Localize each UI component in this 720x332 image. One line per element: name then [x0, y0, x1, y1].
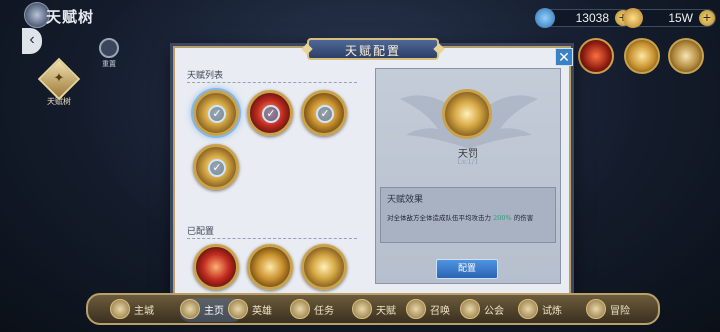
top-bar: 天赋树 13038 + 15W +	[0, 0, 720, 34]
effect-description: 对全体敌方全体造成队伍平均攻击力 200% 的伤害	[387, 212, 533, 222]
trial-sword-icon	[518, 299, 538, 319]
configured-title: 已配置	[187, 227, 215, 237]
talent-icon	[352, 299, 372, 319]
talent-item[interactable]: ✓	[193, 144, 239, 190]
configured-talent[interactable]	[301, 244, 347, 290]
nav-adventure[interactable]: 冒险	[586, 298, 646, 322]
talent-item[interactable]: ✓	[301, 90, 347, 136]
effect-title: 天赋效果	[387, 195, 424, 205]
talent-list-title: 天赋列表	[187, 71, 224, 81]
dialog-title: 天赋配置	[344, 44, 401, 58]
gem-value: 13038	[575, 11, 609, 25]
effect-suffix: 的伤害	[513, 214, 534, 222]
configured-talent-slot-2[interactable]	[624, 38, 660, 74]
back-button[interactable]: ‹	[22, 28, 42, 54]
castle-icon	[110, 299, 130, 319]
gold-value: 15W	[668, 11, 693, 25]
gold-coin-icon	[623, 8, 643, 28]
divider	[187, 238, 357, 239]
configure-button[interactable]: 配置	[436, 259, 498, 279]
check-icon: ✓	[316, 105, 334, 123]
nav-label: 试炼	[542, 306, 562, 317]
configured-talent[interactable]	[247, 244, 293, 290]
nav-label: 天赋	[376, 306, 396, 317]
task-scroll-icon	[290, 299, 310, 319]
guild-icon	[460, 299, 480, 319]
nav-main-city[interactable]: 主城	[110, 298, 170, 322]
gem-icon	[535, 8, 555, 28]
nav-label: 任务	[314, 306, 334, 317]
nav-label: 主页	[204, 306, 224, 317]
hero-icon	[228, 299, 248, 319]
nav-label: 公会	[484, 306, 504, 317]
add-gold-button[interactable]: +	[699, 10, 715, 26]
nav-talent[interactable]: 天赋	[352, 298, 408, 322]
selected-talent-icon	[442, 89, 492, 139]
talent-item[interactable]: ✓	[193, 90, 239, 136]
nav-label: 召唤	[430, 306, 450, 317]
nav-label: 主城	[134, 306, 154, 317]
nav-label: 冒险	[610, 306, 630, 317]
talent-item[interactable]: ✓	[247, 90, 293, 136]
talent-level: Lv.1/1	[457, 158, 479, 166]
configured-talent[interactable]	[193, 244, 239, 290]
reset-icon	[99, 38, 119, 58]
page-title: 天赋树	[46, 8, 95, 26]
reset-label: 重置	[102, 60, 116, 68]
bottom-navigation: 主城 主页 英雄 任务 天赋 召唤 公会 试炼 冒险	[86, 293, 660, 325]
gem-counter: 13038 +	[535, 8, 632, 28]
nav-guild[interactable]: 公会	[460, 298, 516, 322]
check-icon: ✓	[208, 105, 226, 123]
nav-trial[interactable]: 试炼	[518, 298, 574, 322]
gold-counter: 15W +	[623, 8, 716, 28]
reset-button[interactable]: 重置	[97, 38, 121, 68]
adventure-compass-icon	[586, 299, 606, 319]
configured-talent-slot-1[interactable]	[578, 38, 614, 74]
nav-summon[interactable]: 召唤	[406, 298, 462, 322]
nav-tasks[interactable]: 任务	[290, 298, 346, 322]
nav-heroes[interactable]: 英雄	[228, 298, 284, 322]
dialog-header: 天赋配置	[307, 38, 439, 60]
talent-detail-panel: 天罚 Lv.1/1 天赋效果 对全体敌方全体造成队伍平均攻击力 200% 的伤害…	[375, 68, 561, 284]
talent-config-dialog: 天赋配置 ✕ 天赋列表 ✓ ✓ ✓ ✓ 已配置 天罚 Lv.1/1 天赋效果 对…	[173, 38, 573, 298]
configured-talent-slot-3[interactable]	[668, 38, 704, 74]
talent-tree-icon: ✦	[37, 57, 81, 101]
effect-prefix: 对全体敌方全体造成队伍平均攻击力	[387, 214, 491, 222]
check-icon: ✓	[262, 105, 280, 123]
tab-talent-tree[interactable]: ✦ 天赋树	[34, 57, 84, 108]
summon-icon	[406, 299, 426, 319]
talent-effect-box: 天赋效果 对全体敌方全体造成队伍平均攻击力 200% 的伤害	[380, 187, 556, 243]
home-icon	[180, 299, 200, 319]
divider	[187, 82, 357, 83]
effect-percent: 200%	[493, 214, 512, 222]
nav-label: 英雄	[252, 306, 272, 317]
close-button[interactable]: ✕	[555, 48, 573, 66]
check-icon: ✓	[208, 159, 226, 177]
